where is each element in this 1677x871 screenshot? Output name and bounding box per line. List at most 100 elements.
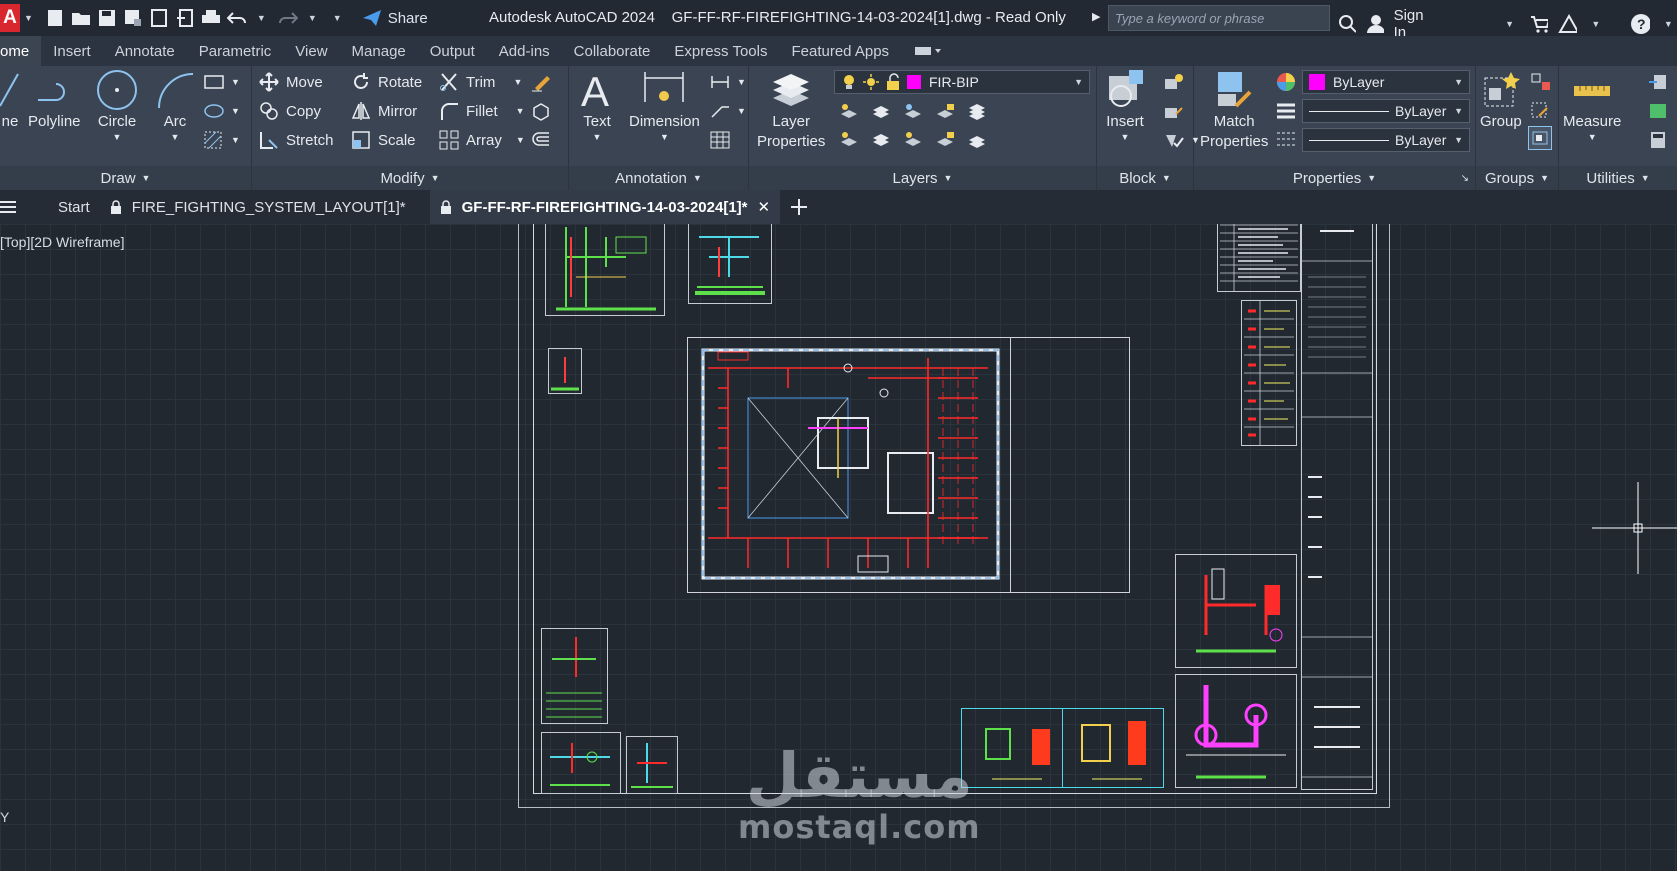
layer-isolate-icon[interactable]	[871, 102, 891, 120]
tab-output[interactable]: Output	[418, 36, 487, 66]
rectangle-button[interactable]: ▼	[203, 70, 240, 94]
polyline-button[interactable]: Polyline	[28, 68, 81, 132]
trim-button[interactable]: Trim ▼	[438, 70, 522, 94]
layer-lock-icon[interactable]	[935, 102, 955, 120]
help-chevron-icon[interactable]: ▼	[1664, 19, 1673, 29]
linear-dim-button[interactable]: ▼	[709, 70, 746, 94]
mirror-button[interactable]: Mirror	[350, 99, 417, 123]
match-properties-button[interactable]: Match Properties	[1200, 68, 1268, 152]
tab-add-ins[interactable]: Add-ins	[487, 36, 562, 66]
create-block-button[interactable]	[1163, 70, 1185, 94]
lineweight-icon[interactable]	[1276, 102, 1296, 120]
hatch-ellipse-button[interactable]: ▼	[203, 99, 240, 123]
properties-launcher-icon[interactable]: ↘	[1461, 173, 1469, 184]
group-button[interactable]: Group	[1480, 68, 1522, 132]
offset-button[interactable]	[530, 128, 552, 152]
search-icon[interactable]	[1338, 14, 1356, 34]
ungroup-button[interactable]	[1530, 70, 1552, 94]
text-button[interactable]: A Text ▼	[577, 68, 617, 142]
linetype-icon[interactable]	[1276, 130, 1296, 148]
modify-panel-label[interactable]: Modify ▼	[252, 166, 568, 190]
linetype-dropdown[interactable]: ByLayer ▼	[1302, 128, 1470, 152]
help-icon[interactable]: ?	[1630, 13, 1650, 35]
search-expand-icon[interactable]: ▶	[1092, 10, 1100, 23]
file-tab-menu[interactable]	[0, 190, 26, 224]
hydrant-details-drawing[interactable]	[961, 708, 1164, 788]
viewport-controls[interactable]: [Top][2D Wireframe]	[0, 234, 124, 250]
save-as-icon[interactable]	[123, 8, 143, 28]
app-menu-chevron-icon[interactable]: ▼	[24, 13, 33, 23]
fire-pump-set-drawing[interactable]	[1175, 674, 1297, 788]
copy-button[interactable]: Copy	[258, 99, 321, 123]
rotate-button[interactable]: Rotate	[350, 70, 422, 94]
symbols-table[interactable]	[1241, 300, 1297, 446]
search-input[interactable]: Type a keyword or phrase	[1108, 5, 1330, 31]
layers-panel-label[interactable]: Layers ▼	[749, 166, 1096, 190]
block-panel-label[interactable]: Block ▼	[1097, 166, 1193, 190]
line-button[interactable]: ne	[0, 68, 20, 132]
floor-plan-frame[interactable]	[687, 337, 1130, 593]
layer-off-icon[interactable]	[839, 102, 859, 120]
hatch-button[interactable]: ▼	[203, 128, 240, 152]
valve-assembly-drawing[interactable]	[626, 736, 678, 794]
match-layer-icon[interactable]	[871, 130, 891, 148]
undo-icon[interactable]	[226, 8, 247, 28]
document-tab-fire-fighting-layout[interactable]: FIRE_FIGHTING_SYSTEM_LAYOUT[1]*	[100, 190, 416, 224]
tab-annotate[interactable]: Annotate	[103, 36, 187, 66]
open-from-web-icon[interactable]	[149, 8, 169, 28]
sign-in-chevron-icon[interactable]: ▼	[1505, 19, 1514, 29]
layer-freeze-icon[interactable]	[903, 102, 923, 120]
autodesk-apps-icon[interactable]	[1558, 14, 1578, 34]
start-tab[interactable]: Start	[48, 190, 100, 224]
tab-view[interactable]: View	[283, 36, 339, 66]
quick-select-button[interactable]	[1647, 70, 1669, 94]
groups-panel-label[interactable]: Groups ▼	[1476, 166, 1558, 190]
table-button[interactable]	[709, 128, 731, 152]
legend-table[interactable]	[1217, 224, 1301, 292]
new-tab-button[interactable]	[780, 190, 818, 224]
redo-icon[interactable]	[278, 8, 298, 28]
draw-panel-label[interactable]: Draw ▼	[0, 166, 251, 190]
tab-home[interactable]: ome	[0, 36, 42, 66]
document-tab-gf-ff-rf[interactable]: GF-FF-RF-FIREFIGHTING-14-03-2024[1]* ✕	[429, 190, 781, 224]
share-button[interactable]: Share	[362, 9, 428, 27]
scale-button[interactable]: Scale	[350, 128, 416, 152]
autocad-logo[interactable]: A	[0, 4, 20, 32]
layer-unfreeze-icon[interactable]	[903, 130, 923, 148]
explode-button[interactable]	[530, 99, 552, 123]
plot-icon[interactable]	[201, 8, 221, 28]
new-file-icon[interactable]	[45, 8, 65, 28]
drawing-viewport[interactable]: [Top][2D Wireframe] Y مستقل mostaql.com	[0, 224, 1677, 871]
select-all-button[interactable]	[1647, 99, 1669, 123]
properties-panel-label[interactable]: Properties ▼ ↘	[1194, 166, 1475, 190]
pipe-connection-drawing[interactable]	[541, 732, 621, 794]
stretch-button[interactable]: Stretch	[258, 128, 334, 152]
tab-parametric[interactable]: Parametric	[187, 36, 284, 66]
tab-collaborate[interactable]: Collaborate	[562, 36, 663, 66]
move-button[interactable]: Move	[258, 70, 323, 94]
group-selection-button[interactable]	[1528, 126, 1552, 150]
make-current-icon[interactable]	[839, 130, 859, 148]
undo-chevron-icon[interactable]: ▼	[257, 13, 266, 23]
title-block-strip[interactable]	[1301, 224, 1373, 790]
layer-unlock-icon[interactable]	[935, 130, 955, 148]
circle-button[interactable]: Circle ▼	[95, 68, 139, 142]
apps-chevron-icon[interactable]: ▼	[1591, 19, 1600, 29]
arc-button[interactable]: Arc ▼	[155, 68, 195, 142]
sprinkler-detail-drawing[interactable]	[541, 628, 608, 724]
layer-dropdown[interactable]: FIR-BIP ▼	[834, 70, 1090, 94]
save-icon[interactable]	[97, 8, 117, 28]
save-to-web-icon[interactable]	[175, 8, 195, 28]
close-tab-icon[interactable]: ✕	[758, 198, 771, 216]
lineweight-dropdown[interactable]: ByLayer ▼	[1302, 99, 1470, 123]
edit-block-button[interactable]	[1163, 99, 1185, 123]
ribbon-display-toggle[interactable]	[901, 36, 955, 66]
layer-states-icon[interactable]	[967, 102, 987, 120]
measure-button[interactable]: Measure ▼	[1563, 68, 1621, 142]
layer-properties-button[interactable]: Layer Properties	[757, 68, 825, 152]
leader-button[interactable]: ▼	[709, 99, 746, 123]
valve-detail-drawing[interactable]	[688, 224, 772, 304]
calculator-button[interactable]	[1647, 128, 1669, 152]
redo-chevron-icon[interactable]: ▼	[308, 13, 317, 23]
pump-detail-drawing[interactable]	[1175, 554, 1297, 668]
